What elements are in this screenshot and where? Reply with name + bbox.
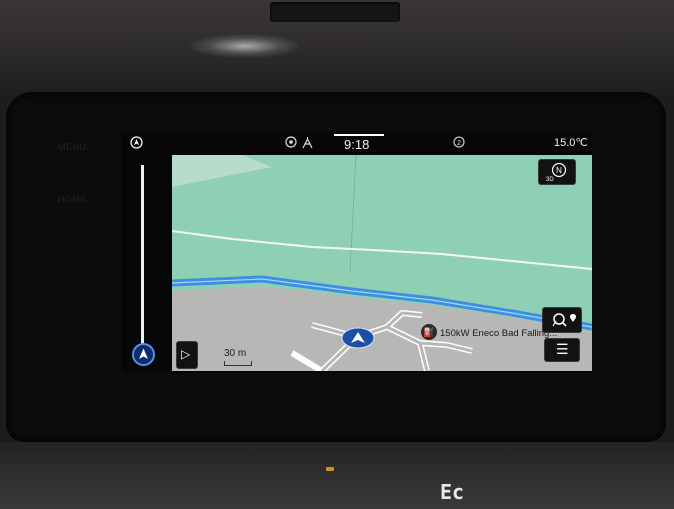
indicator-led [326,467,334,471]
play-arrow-icon: ▷ [181,347,191,361]
climate-display: Ec [440,480,465,504]
zoom-slider-track[interactable] [141,165,144,345]
badge-2-icon: 2 [453,136,465,151]
poi-label[interactable]: 150kW Eneco Bad Falling... [440,328,557,339]
infotainment-screen: 9:18 2 15.0℃ N 3D ⛽ 150kW Eneco Bad Fall… [122,133,592,373]
menu-icon: ☰ [556,341,569,357]
phone-settings-icon [285,136,297,151]
dashboard-bottom: Ec [0,442,674,509]
connectivity-icon [301,136,314,152]
zoom-rail[interactable] [122,155,172,373]
outside-temperature: 15.0℃ [554,137,588,149]
compass-mode-label: 3D [546,177,554,183]
light-glare [190,34,300,58]
map-scale-bar [224,361,252,366]
search-map-icon [552,313,577,327]
clock: 9:18 [344,137,370,152]
home-hard-key[interactable]: HOME [58,194,87,204]
search-map-button[interactable] [542,307,582,333]
dashboard-top [0,0,674,100]
compass-button[interactable]: N 3D [538,159,576,185]
navigation-arrow-icon[interactable] [130,136,143,152]
compass-north-label: N [556,166,562,175]
guidance-toggle-button[interactable]: ▷ [176,341,198,369]
time-indicator [334,134,384,136]
menu-hard-key[interactable]: MENU [58,142,87,152]
dashboard-vent [270,2,400,22]
position-marker-icon[interactable] [132,343,155,366]
menu-button[interactable]: ☰ [544,338,580,362]
ev-charging-icon[interactable]: ⛽ [421,324,437,340]
svg-text:2: 2 [457,140,461,147]
map-scale-label: 30 m [224,348,247,359]
status-bar: 9:18 2 15.0℃ [122,133,592,155]
navigation-map[interactable]: N 3D ⛽ 150kW Eneco Bad Falling... ☰ ▷ 30… [172,155,592,371]
